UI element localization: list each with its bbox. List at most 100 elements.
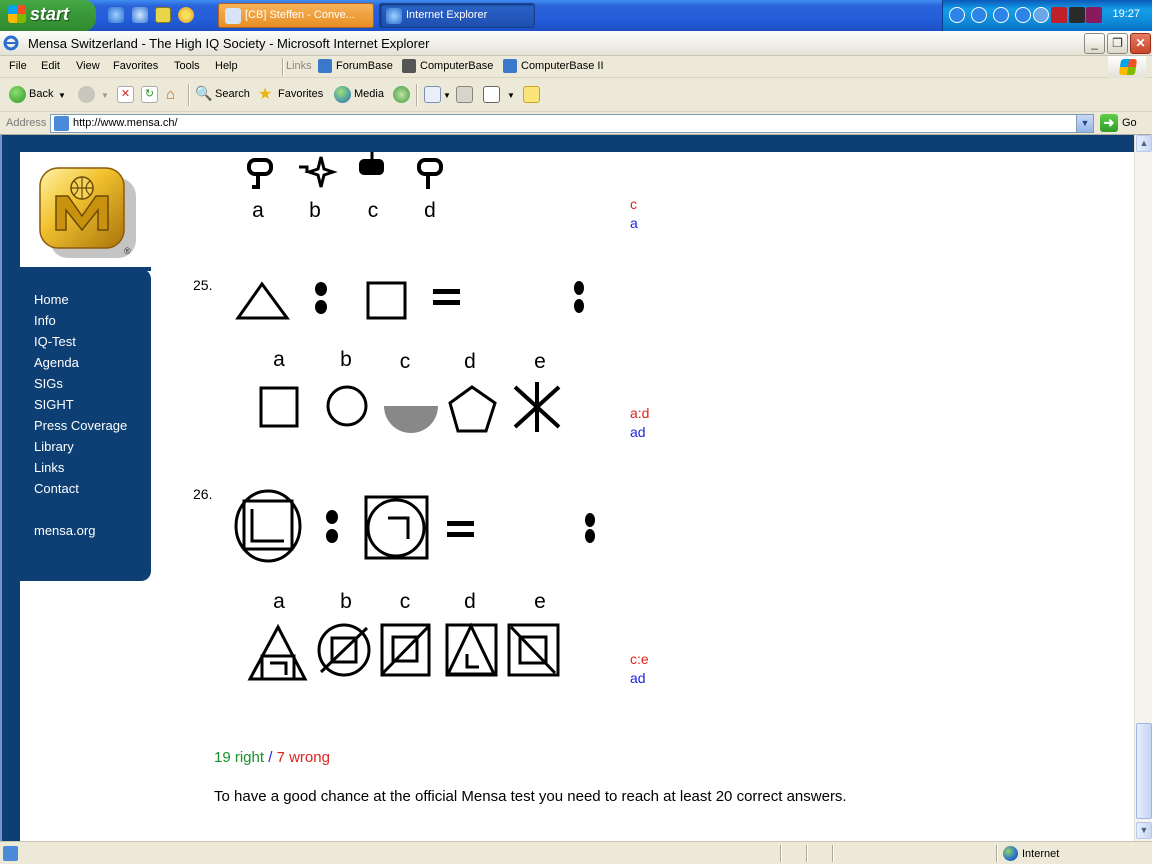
tray-app-icon-2[interactable] <box>1069 7 1085 23</box>
window-titlebar: Mensa Switzerland - The High IQ Society … <box>0 31 1152 56</box>
q25-option-b-label: b <box>340 348 352 371</box>
menu-edit[interactable]: Edit <box>41 60 60 72</box>
q24-option-b-label: b <box>309 199 321 222</box>
link-computerbase-ii[interactable]: ComputerBase II <box>503 59 604 73</box>
favorites-button[interactable]: ★ Favorites <box>258 86 323 103</box>
menu-favorites[interactable]: Favorites <box>113 60 158 72</box>
q25-option-b-circle <box>326 385 368 427</box>
media-player-quicklaunch-icon[interactable] <box>178 7 194 23</box>
menu-view[interactable]: View <box>76 60 100 72</box>
home-icon[interactable]: ⌂ <box>166 86 183 103</box>
nav-iq-test[interactable]: IQ-Test <box>34 334 76 349</box>
q26-option-e-figure <box>507 623 560 677</box>
app-quicklaunch-icon[interactable] <box>155 7 171 23</box>
nav-info[interactable]: Info <box>34 313 56 328</box>
pause-icon[interactable] <box>949 7 965 23</box>
collapse-tray-icon[interactable] <box>1033 7 1049 23</box>
header-band <box>2 135 1134 152</box>
q26-option-c-figure <box>380 623 431 677</box>
media-button[interactable]: Media <box>334 86 384 103</box>
nav-links[interactable]: Links <box>34 460 64 475</box>
sidebar-nav: Home Info IQ-Test Agenda SIGs SIGHT Pres… <box>20 267 151 581</box>
tray-app-icon-3[interactable] <box>1086 7 1102 23</box>
forward-icon[interactable] <box>993 7 1009 23</box>
links-label: Links <box>286 60 312 72</box>
taskbar-task-chat[interactable]: [CB] Steffen - Conve... <box>218 3 374 28</box>
address-label: Address <box>6 117 47 129</box>
q26-correct-answer: ad <box>630 670 646 686</box>
q26-given-answer: c:e <box>630 651 649 667</box>
mensa-logo[interactable]: ® <box>38 166 148 261</box>
scroll-up-icon[interactable]: ▲ <box>1136 135 1152 152</box>
nav-library[interactable]: Library <box>34 439 74 454</box>
ie-quicklaunch-icon[interactable] <box>108 7 124 23</box>
refresh-icon[interactable]: ↻ <box>141 86 158 103</box>
stop-icon[interactable]: ✕ <box>117 86 134 103</box>
q25-square-figure <box>366 281 407 320</box>
system-tray: 19:27 <box>942 0 1152 31</box>
vertical-scrollbar[interactable]: ▲ ▼ <box>1134 135 1152 841</box>
edit-icon[interactable] <box>483 86 500 103</box>
search-button[interactable]: 🔍 Search <box>195 85 250 101</box>
menu-file[interactable]: File <box>9 60 27 72</box>
q26-square-circle-corner-figure <box>364 495 429 560</box>
search-icon: 🔍 <box>195 85 213 101</box>
taskbar: start [CB] Steffen - Conve... Internet E… <box>0 0 1152 31</box>
q25-option-c-half-circle <box>384 406 438 433</box>
restore-button[interactable]: ❐ <box>1107 33 1128 54</box>
minimize-button[interactable]: _ <box>1084 33 1105 54</box>
menu-bar: File Edit View Favorites Tools Help Link… <box>0 56 1152 78</box>
nav-contact[interactable]: Contact <box>34 481 79 496</box>
q24-option-a-label: a <box>252 199 264 222</box>
q26-option-c-label: c <box>399 590 411 613</box>
toolbar-separator <box>188 84 190 106</box>
ie-logo-icon <box>3 35 19 51</box>
status-separator <box>996 845 998 862</box>
scroll-thumb[interactable] <box>1136 723 1152 819</box>
nav-mensa-org[interactable]: mensa.org <box>34 523 95 538</box>
q24-option-c-label: c <box>367 199 379 222</box>
mail-dropdown-icon[interactable]: ▼ <box>443 91 451 100</box>
link-page-icon <box>318 59 332 73</box>
forward-dropdown-icon[interactable]: ▼ <box>101 91 109 100</box>
back-dropdown-icon[interactable]: ▼ <box>58 91 66 100</box>
rewind-icon[interactable] <box>971 7 987 23</box>
address-input[interactable]: http://www.mensa.ch/ ▼ <box>50 114 1094 133</box>
history-icon[interactable] <box>393 86 410 103</box>
scroll-down-icon[interactable]: ▼ <box>1136 822 1152 839</box>
q25-option-e-label: e <box>534 350 546 373</box>
links-separator <box>282 58 284 76</box>
mail-icon[interactable] <box>424 86 441 103</box>
nav-press-coverage[interactable]: Press Coverage <box>34 418 127 433</box>
menu-help[interactable]: Help <box>215 60 238 72</box>
q25-option-a-square <box>259 386 299 428</box>
ie-quicklaunch-icon-2[interactable] <box>132 7 148 23</box>
nav-sigs[interactable]: SIGs <box>34 376 63 391</box>
windows-logo-icon <box>8 5 26 23</box>
nav-agenda[interactable]: Agenda <box>34 355 79 370</box>
link-forumbase[interactable]: ForumBase <box>318 59 393 73</box>
media-icon <box>334 86 351 103</box>
q25-option-d-pentagon <box>448 385 497 433</box>
eject-icon[interactable] <box>1015 7 1031 23</box>
back-button[interactable]: Back <box>9 86 53 103</box>
forward-arrow-icon[interactable] <box>78 86 95 103</box>
address-dropdown-icon[interactable]: ▼ <box>1076 115 1093 132</box>
q24-option-d-figure <box>417 158 443 189</box>
nav-sight[interactable]: SIGHT <box>34 397 74 412</box>
taskbar-task-ie[interactable]: Internet Explorer <box>379 3 535 28</box>
standard-toolbar: Back ▼ ▼ ✕ ↻ ⌂ 🔍 Search ★ Favorites Media … <box>0 79 1152 112</box>
close-button[interactable]: ✕ <box>1130 33 1151 54</box>
messenger-icon[interactable] <box>523 86 540 103</box>
nav-home[interactable]: Home <box>34 292 69 307</box>
print-icon[interactable] <box>456 86 473 103</box>
q26-option-d-label: d <box>464 590 476 613</box>
go-button[interactable]: ➜ Go <box>1100 114 1137 132</box>
link-computerbase[interactable]: ComputerBase <box>402 59 493 73</box>
q25-given-answer: a:d <box>630 405 650 421</box>
status-separator <box>780 845 782 862</box>
start-button[interactable]: start <box>0 0 96 31</box>
tray-app-icon[interactable] <box>1051 7 1067 23</box>
edit-dropdown-icon[interactable]: ▼ <box>507 91 515 100</box>
menu-tools[interactable]: Tools <box>174 60 200 72</box>
